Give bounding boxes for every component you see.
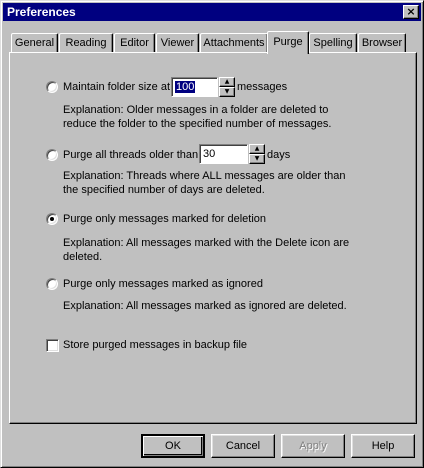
tab-viewer[interactable]: Viewer — [156, 33, 199, 53]
cancel-button[interactable]: Cancel — [211, 434, 275, 458]
tab-attachments[interactable]: Attachments — [200, 33, 268, 53]
explanation-folder-size: Explanation: Older messages in a folder … — [63, 104, 332, 130]
tab-editor[interactable]: Editor — [114, 33, 155, 53]
spin-up-icon[interactable]: ▲ — [249, 144, 265, 154]
help-button[interactable]: Help — [351, 434, 415, 458]
days-input[interactable]: 30 — [199, 144, 248, 164]
backup-checkbox[interactable] — [46, 339, 59, 352]
purge-marked-ignored-label: Purge only messages marked as ignored — [63, 278, 263, 290]
tab-spelling[interactable]: Spelling — [309, 33, 357, 53]
spin-down-icon[interactable]: ▼ — [219, 87, 235, 97]
messages-unit-label: messages — [237, 81, 288, 93]
purge-panel: Maintain folder size at 100 ▲ ▼ messages… — [9, 52, 417, 424]
explanation-older-threads: Explanation: Threads where ALL messages … — [63, 170, 346, 196]
close-icon[interactable]: × — [403, 5, 419, 19]
spin-down-icon[interactable]: ▼ — [249, 154, 265, 164]
explanation-marked-deletion: Explanation: All messages marked with th… — [63, 237, 350, 263]
folder-size-value: 100 — [175, 81, 196, 93]
tab-general[interactable]: General — [11, 33, 58, 53]
radio-maintain-folder-size[interactable] — [46, 81, 58, 93]
radio-purge-marked-ignored[interactable] — [46, 278, 58, 290]
window-title: Preferences — [7, 5, 76, 19]
radio-purge-marked-deletion[interactable] — [46, 213, 58, 225]
apply-button[interactable]: Apply — [281, 434, 345, 458]
title-bar[interactable]: Preferences × — [3, 3, 421, 21]
ok-button[interactable]: OK — [141, 434, 205, 458]
maintain-folder-size-label: Maintain folder size at — [63, 81, 170, 93]
tab-purge[interactable]: Purge — [267, 31, 309, 54]
radio-purge-older-threads[interactable] — [46, 149, 58, 161]
purge-older-threads-label: Purge all threads older than — [63, 149, 199, 161]
tab-browser[interactable]: Browser — [358, 33, 406, 53]
tab-reading[interactable]: Reading — [59, 33, 113, 53]
backup-checkbox-label: Store purged messages in backup file — [63, 339, 248, 351]
days-unit-label: days — [267, 149, 291, 161]
days-value: 30 — [203, 148, 216, 160]
folder-size-spinner: ▲ ▼ — [219, 77, 235, 97]
preferences-window: Preferences × General Reading Editor Vie… — [0, 0, 424, 468]
spin-up-icon[interactable]: ▲ — [219, 77, 235, 87]
radio-selected-dot — [50, 217, 54, 221]
days-spinner: ▲ ▼ — [249, 144, 265, 164]
purge-marked-deletion-label: Purge only messages marked for deletion — [63, 213, 266, 225]
folder-size-input[interactable]: 100 — [171, 77, 218, 97]
tab-strip: General Reading Editor Viewer Attachment… — [11, 31, 416, 54]
explanation-marked-ignored: Explanation: All messages marked as igno… — [63, 300, 347, 312]
